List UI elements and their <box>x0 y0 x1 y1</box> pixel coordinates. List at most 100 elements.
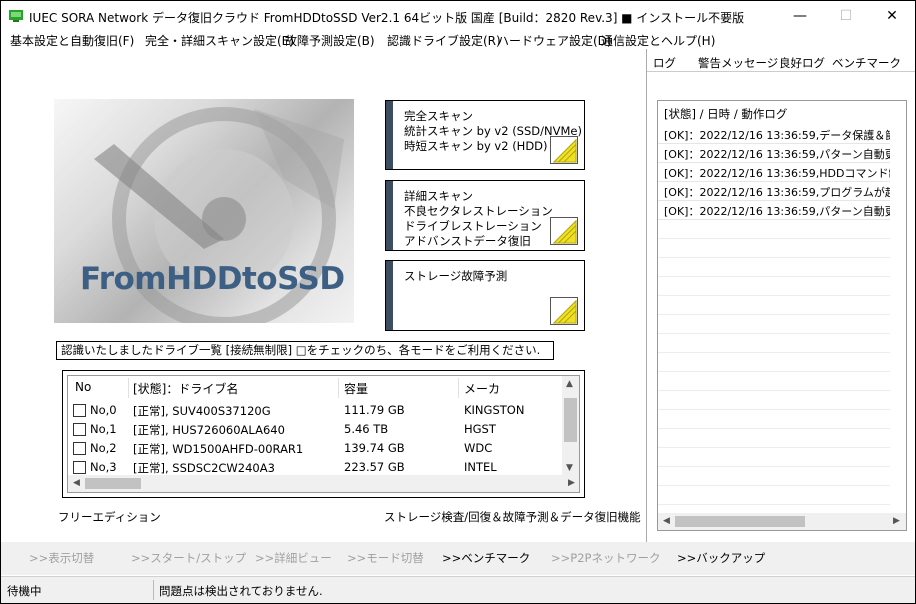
detail-scan-label: 詳細スキャン 不良セクタレストレーション ドライブレストレーション アドバンスト… <box>404 189 553 248</box>
full-scan-button[interactable]: 完全スキャン 統計スキャン by v2 (SSD/NVMe) 時短スキャン by… <box>385 100 585 170</box>
drive-checkbox[interactable] <box>73 442 86 455</box>
failure-prediction-button[interactable]: ストレージ故障予測 <box>385 260 585 331</box>
detail-scan-button[interactable]: 詳細スキャン 不良セクタレストレーション ドライブレストレーション アドバンスト… <box>385 180 585 251</box>
log-empty-row <box>658 391 890 410</box>
drive-no: No,1 <box>90 422 117 436</box>
column-header-no[interactable]: No <box>75 380 91 394</box>
drive-list-frame: No [状態]：ドライブ名 容量 メーカ No,0 [正常], SUV400S3… <box>62 370 585 498</box>
maximize-button[interactable]: ☐ <box>823 1 869 31</box>
corner-icon <box>550 217 578 245</box>
mode-switch-button[interactable]: >>モード切替 <box>347 550 424 566</box>
accent-bar <box>386 181 393 250</box>
drive-capacity: 139.74 GB <box>344 441 405 455</box>
product-logo: FromHDDtoSSD <box>54 99 354 323</box>
column-header-name[interactable]: [状態]：ドライブ名 <box>133 380 238 397</box>
scroll-thumb[interactable] <box>85 478 141 489</box>
main-panel: FromHDDtoSSD 完全スキャン 統計スキャン by v2 (SSD/NV… <box>1 49 645 542</box>
log-empty-row <box>658 277 890 296</box>
status-state: 待機中 <box>7 584 42 598</box>
drive-row[interactable]: No,1 [正常], HUS726060ALA640 5.46 TB HGST <box>68 420 564 439</box>
log-list[interactable]: [状態] / 日時 / 動作ログ [OK]：2022/12/16 13:36:5… <box>657 100 907 531</box>
drive-name: [正常], SSDSC2CW240A3 <box>133 461 275 475</box>
tab-good-log[interactable]: 良好ログ <box>779 52 825 72</box>
detail-view-button[interactable]: >>詳細ビュー <box>255 550 332 566</box>
backup-button[interactable]: >>バックアップ <box>677 550 765 566</box>
window-title: IUEC SORA Network データ復旧クラウド FromHDDtoSSD… <box>29 11 745 25</box>
corner-icon <box>550 136 578 164</box>
app-icon <box>9 10 23 22</box>
scroll-thumb[interactable] <box>675 516 805 527</box>
column-header-maker[interactable]: メーカ <box>464 380 500 397</box>
log-empty-row <box>658 258 890 277</box>
log-entry[interactable]: [OK]：2022/12/16 13:36:59,プログラムが起動いたしました <box>658 182 890 201</box>
scroll-right-icon[interactable]: ▶ <box>893 516 900 526</box>
drive-name: [正常], SUV400S37120G <box>133 404 271 418</box>
drive-capacity: 111.79 GB <box>344 403 405 417</box>
log-empty-row <box>658 315 890 334</box>
drive-maker: KINGSTON <box>464 403 525 417</box>
drive-list-horizontal-scrollbar[interactable]: ◀ ▶ <box>68 475 579 492</box>
toggle-view-button[interactable]: >>表示切替 <box>29 550 94 566</box>
column-divider <box>458 378 459 398</box>
log-empty-row <box>658 353 890 372</box>
log-empty-row <box>658 467 890 486</box>
drive-list[interactable]: No [状態]：ドライブ名 容量 メーカ No,0 [正常], SUV400S3… <box>67 375 580 493</box>
failure-prediction-label: ストレージ故障予測 <box>404 269 508 283</box>
drive-checkbox[interactable] <box>73 404 86 417</box>
logo-text: FromHDDtoSSD <box>80 261 345 297</box>
tab-benchmark[interactable]: ベンチマーク <box>832 52 901 72</box>
tab-warning-messages[interactable]: 警告メッセージ <box>698 52 778 72</box>
drive-no: No,0 <box>90 403 117 417</box>
status-bar: 待機中 問題点は検出されておりません. <box>1 576 915 603</box>
tab-log[interactable]: ログ <box>653 52 676 72</box>
title-bar: IUEC SORA Network データ復旧クラウド FromHDDtoSSD… <box>1 1 915 31</box>
menu-failure-prediction[interactable]: 故障予測設定(B) <box>285 32 375 49</box>
menu-scan-settings[interactable]: 完全・詳細スキャン設定(E) <box>145 32 294 49</box>
drive-row[interactable]: No,2 [正常], WD1500AHFD-00RAR1 139.74 GB W… <box>68 439 564 458</box>
log-entry[interactable]: [OK]：2022/12/16 13:36:59,データ保護＆節電機能 <box>658 125 890 144</box>
log-horizontal-scrollbar[interactable]: ◀ ▶ <box>658 513 906 530</box>
scroll-left-icon[interactable]: ◀ <box>663 516 670 526</box>
start-stop-button[interactable]: >>スタート/ストップ <box>131 550 246 566</box>
minimize-button[interactable]: — <box>777 1 823 31</box>
scroll-right-icon[interactable]: ▶ <box>568 478 575 488</box>
drive-checkbox[interactable] <box>73 423 86 436</box>
log-entry[interactable]: [OK]：2022/12/16 13:36:59,HDDコマンド制御を開始 <box>658 163 890 182</box>
drive-list-vertical-scrollbar[interactable]: ▲ ▼ <box>562 376 579 477</box>
scroll-down-icon[interactable]: ▼ <box>566 463 573 473</box>
menu-basic-settings[interactable]: 基本設定と自動復旧(F) <box>10 32 134 49</box>
log-empty-row <box>658 486 890 505</box>
log-empty-row <box>658 334 890 353</box>
drive-name: [正常], WD1500AHFD-00RAR1 <box>133 442 304 456</box>
drive-maker: INTEL <box>464 460 497 474</box>
p2p-network-button[interactable]: >>P2Pネットワーク <box>551 550 660 566</box>
log-entry[interactable]: [OK]：2022/12/16 13:36:59,パターン自動更新処理 <box>658 201 890 220</box>
log-empty-row <box>658 220 890 239</box>
action-bar: >>表示切替 >>スタート/ストップ >>詳細ビュー >>モード切替 >>ベンチ… <box>1 542 915 575</box>
drive-maker: HGST <box>464 422 496 436</box>
column-header-capacity[interactable]: 容量 <box>344 380 368 397</box>
log-empty-row <box>658 429 890 448</box>
benchmark-button[interactable]: >>ベンチマーク <box>442 550 530 566</box>
app-window: IUEC SORA Network データ復旧クラウド FromHDDtoSSD… <box>1 1 915 603</box>
drive-checkbox[interactable] <box>73 461 86 474</box>
drive-maker: WDC <box>464 441 493 455</box>
scroll-up-icon[interactable]: ▲ <box>566 379 573 389</box>
accent-bar <box>386 101 393 169</box>
log-empty-row <box>658 448 890 467</box>
column-divider <box>128 378 129 398</box>
menu-network-help[interactable]: 通信設定とヘルプ(H) <box>601 32 715 49</box>
drive-name: [正常], HUS726060ALA640 <box>133 423 285 437</box>
edition-label: フリーエディション <box>58 510 161 524</box>
log-entry[interactable]: [OK]：2022/12/16 13:36:59,パターン自動更新スレッド <box>658 144 890 163</box>
scroll-left-icon[interactable]: ◀ <box>73 478 80 488</box>
scroll-thumb[interactable] <box>564 398 577 442</box>
log-header: [状態] / 日時 / 動作ログ <box>664 107 788 121</box>
features-label: ストレージ検査/回復＆故障予測＆データ復旧機能 <box>384 510 641 524</box>
status-divider <box>153 580 154 600</box>
close-button[interactable]: ✕ <box>869 1 915 31</box>
menu-drive-settings[interactable]: 認識ドライブ設定(R) <box>387 32 501 49</box>
log-empty-row <box>658 239 890 258</box>
drive-row[interactable]: No,0 [正常], SUV400S37120G 111.79 GB KINGS… <box>68 401 564 420</box>
menu-hardware-settings[interactable]: ハードウェア設定(D) <box>497 32 612 49</box>
